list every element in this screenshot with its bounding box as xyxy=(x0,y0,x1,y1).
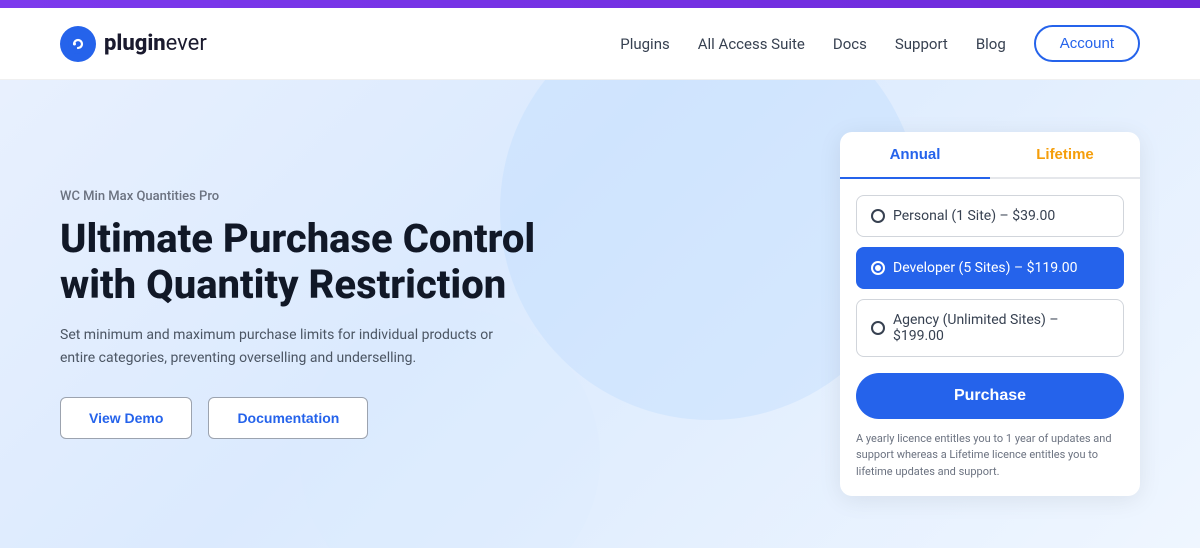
documentation-button[interactable]: Documentation xyxy=(208,397,368,439)
radio-developer xyxy=(871,261,885,275)
view-demo-button[interactable]: View Demo xyxy=(60,397,192,439)
left-content: WC Min Max Quantities Pro Ultimate Purch… xyxy=(60,189,620,439)
nav: Plugins All Access Suite Docs Support Bl… xyxy=(620,25,1140,62)
pricing-option-personal[interactable]: Personal (1 Site) – $39.00 xyxy=(856,195,1124,237)
main-section: WC Min Max Quantities Pro Ultimate Purch… xyxy=(0,80,1200,548)
logo-icon xyxy=(60,26,96,62)
top-bar xyxy=(0,0,1200,8)
cta-buttons: View Demo Documentation xyxy=(60,397,620,439)
hero-description: Set minimum and maximum purchase limits … xyxy=(60,324,520,369)
purchase-button[interactable]: Purchase xyxy=(856,373,1124,419)
logo-text: pluginever xyxy=(104,31,207,56)
pricing-body: Personal (1 Site) – $39.00 Developer (5 … xyxy=(840,179,1140,497)
nav-support[interactable]: Support xyxy=(895,35,948,53)
header: pluginever Plugins All Access Suite Docs… xyxy=(0,8,1200,80)
logo[interactable]: pluginever xyxy=(60,26,207,62)
pricing-option-developer[interactable]: Developer (5 Sites) – $119.00 xyxy=(856,247,1124,289)
pricing-option-agency[interactable]: Agency (Unlimited Sites) – $199.00 xyxy=(856,299,1124,357)
tab-annual[interactable]: Annual xyxy=(840,132,990,179)
pricing-card: Annual Lifetime Personal (1 Site) – $39.… xyxy=(840,132,1140,497)
pricing-tabs: Annual Lifetime xyxy=(840,132,1140,179)
licence-note: A yearly licence entitles you to 1 year … xyxy=(856,431,1124,481)
radio-personal xyxy=(871,209,885,223)
nav-blog[interactable]: Blog xyxy=(976,35,1006,53)
radio-agency xyxy=(871,321,885,335)
plugin-label: WC Min Max Quantities Pro xyxy=(60,189,620,204)
nav-docs[interactable]: Docs xyxy=(833,35,867,53)
account-button[interactable]: Account xyxy=(1034,25,1140,62)
nav-plugins[interactable]: Plugins xyxy=(620,35,669,53)
hero-title: Ultimate Purchase Control with Quantity … xyxy=(60,216,620,308)
tab-lifetime[interactable]: Lifetime xyxy=(990,132,1140,177)
nav-access-suite[interactable]: All Access Suite xyxy=(698,35,805,53)
